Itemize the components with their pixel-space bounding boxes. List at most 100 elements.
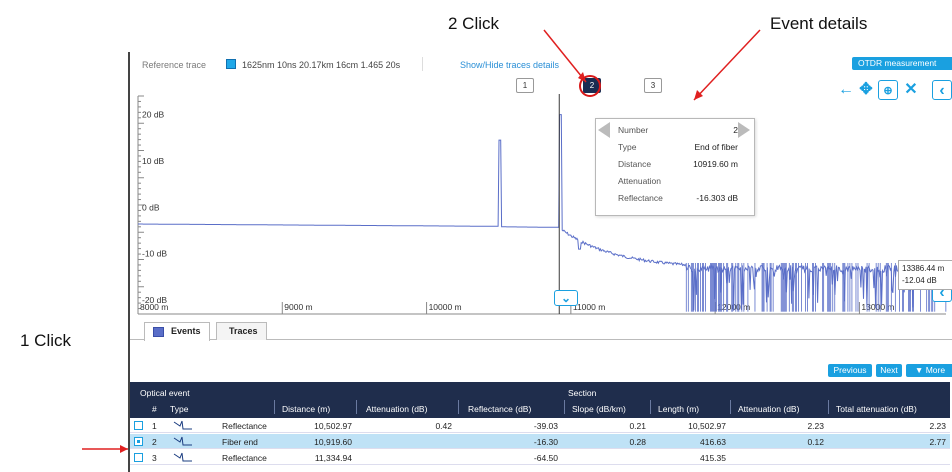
otdr-measurement-button[interactable]: OTDR measurement: [852, 57, 952, 70]
col-slope[interactable]: Slope (dB/km): [572, 404, 626, 414]
col-section-attenuation[interactable]: Attenuation (dB): [738, 404, 799, 414]
cell-distance: 11,334.94: [314, 453, 352, 463]
event-type-icon: [173, 452, 192, 462]
event-type-icon: [173, 436, 192, 446]
pan-move-icon[interactable]: ✥: [856, 80, 876, 100]
x-tick-label: 10000 m: [429, 302, 462, 312]
pan-left-icon[interactable]: ←: [836, 80, 856, 100]
next-button[interactable]: Next: [876, 364, 902, 377]
results-tabs: Events Traces: [130, 318, 952, 341]
otdr-trace-chart[interactable]: 20 dB 10 dB 0 dB -10 dB -20 dB 8000 m 9000 m 10…: [130, 76, 952, 316]
cell-slope: 0.28: [629, 437, 646, 447]
annotation-click2: 2 Click: [448, 14, 500, 33]
row-checkbox[interactable]: [134, 437, 143, 446]
screenshot-stage: 2 Click Event details 1 Click Reference …: [0, 0, 952, 472]
header-divider: [564, 400, 565, 414]
col-reflectance[interactable]: Reflectance (dB): [468, 404, 531, 414]
col-attenuation[interactable]: Attenuation (dB): [366, 404, 427, 414]
trace-line: [138, 114, 947, 311]
cell-type: Reflectance: [222, 453, 267, 463]
popup-type-value: End of fiber: [694, 142, 738, 152]
cell-length: 415.35: [700, 453, 726, 463]
table-row[interactable]: 3 Reflectance 11,334.94 -64.50 415.35: [130, 450, 950, 465]
popup-reflectance-label: Reflectance: [618, 193, 663, 203]
trace-info-bar: Reference trace 1625nm 10ns 20.17km 16cm…: [130, 52, 952, 76]
popup-distance-label: Distance: [618, 159, 652, 169]
event-marker-2[interactable]: 2: [583, 78, 601, 93]
trace-description: 1625nm 10ns 20.17km 16cm 1.465 20s: [242, 60, 401, 70]
row-checkbox[interactable]: [134, 421, 143, 430]
event-details-popup: Number 2 Type End of fiber Distance 10919.6…: [595, 118, 755, 216]
cell-sec-attenuation: 0.12: [807, 437, 824, 447]
tab-traces[interactable]: Traces: [216, 322, 267, 340]
y-tick-label: 10 dB: [142, 156, 165, 166]
y-tick-label: 20 dB: [142, 110, 165, 120]
trace-plot[interactable]: 20 dB10 dB0 dB-10 dB-20 dB8000 m 9000 m 10…: [130, 76, 952, 316]
full-extent-icon[interactable]: ✕: [901, 80, 921, 100]
col-length[interactable]: Length (m): [658, 404, 699, 414]
tab-events[interactable]: Events: [144, 322, 210, 341]
reference-trace-label: Reference trace: [142, 60, 207, 70]
collapse-panel-icon[interactable]: ‹: [932, 80, 952, 100]
tab-events-label: Events: [171, 326, 201, 336]
cell-num: 1: [152, 421, 157, 431]
annotation-click1: 1 Click: [20, 331, 72, 350]
tab-traces-label: Traces: [229, 326, 258, 336]
row-checkbox[interactable]: [134, 453, 143, 462]
header-divider: [828, 400, 829, 414]
cell-attenuation: 0.42: [435, 421, 452, 431]
cell-reflectance: -64.50: [533, 453, 558, 463]
cell-total: 2.23: [929, 421, 946, 431]
cell-reflectance: -16.30: [533, 437, 558, 447]
cell-length: 416.63: [700, 437, 726, 447]
header-divider: [650, 400, 651, 414]
arrowhead-click1: [120, 445, 128, 453]
cell-distance: 10,502.97: [314, 421, 352, 431]
popup-number-label: Number: [618, 125, 649, 135]
popup-distance-value: 10919.60 m: [693, 159, 738, 169]
cell-length: 10,502.97: [688, 421, 726, 431]
show-hide-traces-link[interactable]: Show/Hide traces details: [460, 60, 559, 70]
cell-slope: 0.21: [629, 421, 646, 431]
previous-event-arrow-icon[interactable]: [598, 122, 610, 138]
cell-num: 3: [152, 453, 157, 463]
events-tab-swatch: [153, 327, 164, 337]
popup-reflectance-value: -16.303 dB: [696, 193, 738, 203]
popup-number-value: 2: [733, 125, 738, 135]
more-button[interactable]: ▼ More: [906, 364, 952, 377]
header-divider: [356, 400, 357, 414]
readout-level: -12.04 dB: [902, 276, 937, 285]
x-tick-label: 9000 m: [284, 302, 312, 312]
event-marker-1[interactable]: 1: [516, 78, 534, 93]
col-num[interactable]: #: [152, 404, 157, 414]
next-event-arrow-icon[interactable]: [738, 122, 750, 138]
cursor-readout: 13386.44 m -12.04 dB: [898, 260, 952, 290]
cell-reflectance: -39.03: [533, 421, 558, 431]
group-section: Section: [568, 388, 597, 398]
header-divider: [458, 400, 459, 414]
event-type-icon: [173, 420, 192, 430]
trace-color-swatch: [226, 59, 236, 69]
cell-total: 2.77: [929, 437, 946, 447]
event-marker-3[interactable]: 3: [644, 78, 662, 93]
header-divider: [274, 400, 275, 414]
chevron-down-icon[interactable]: ⌄: [554, 290, 578, 306]
popup-attenuation-label: Attenuation: [618, 176, 662, 186]
col-distance[interactable]: Distance (m): [282, 404, 330, 414]
table-row[interactable]: 1 Reflectance 10,502.97 0.42 -39.03 0.21 10,50…: [130, 418, 950, 433]
col-type[interactable]: Type: [170, 404, 188, 414]
y-tick-label: -10 dB: [142, 249, 167, 259]
cell-num: 2: [152, 437, 157, 447]
y-tick-label: 0 dB: [142, 202, 160, 212]
col-total-attenuation[interactable]: Total attenuation (dB): [836, 404, 917, 414]
group-optical-event: Optical event: [140, 388, 190, 398]
zoom-in-icon[interactable]: ⊕: [878, 80, 898, 100]
table-row[interactable]: 2 Fiber end 10,919.60 -16.30 0.28 416.63 0.12 2…: [130, 434, 950, 449]
previous-button[interactable]: Previous: [828, 364, 872, 377]
header-divider: [730, 400, 731, 414]
cell-sec-attenuation: 2.23: [807, 421, 824, 431]
table-header: Optical event Section # Type Distance (m…: [130, 382, 950, 418]
cell-type: Reflectance: [222, 421, 267, 431]
cell-type: Fiber end: [222, 437, 258, 447]
x-tick-label: 8000 m: [140, 302, 168, 312]
